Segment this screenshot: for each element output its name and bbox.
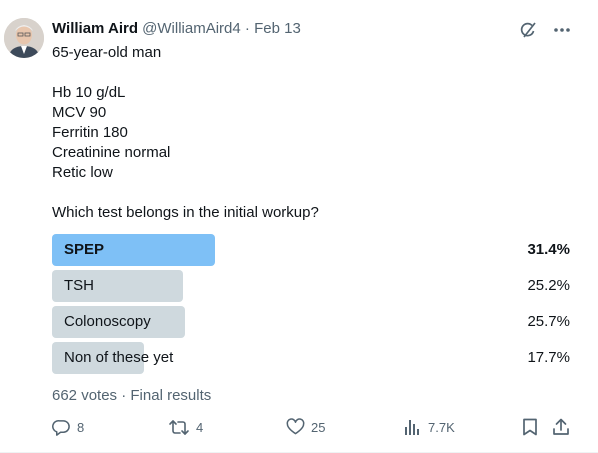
- tweet-date[interactable]: Feb 13: [254, 20, 301, 37]
- poll-option-percent: 17.7%: [527, 349, 570, 366]
- tweet-header: William Aird @WilliamAird4 · Feb 13: [52, 20, 301, 37]
- reply-icon: [52, 418, 71, 437]
- repost-count: 4: [196, 420, 204, 435]
- like-icon: [286, 418, 305, 436]
- poll: SPEP 31.4% TSH 25.2% Colonoscopy 25.7% N…: [52, 234, 570, 378]
- poll-option-percent: 31.4%: [527, 241, 570, 258]
- like-button[interactable]: 25: [286, 418, 325, 436]
- author-handle[interactable]: @WilliamAird4: [142, 20, 241, 37]
- views-button[interactable]: 7.7K: [404, 418, 455, 436]
- tweet-line: Creatinine normal: [52, 144, 171, 161]
- avatar[interactable]: [4, 18, 44, 58]
- more-icon[interactable]: [552, 20, 572, 40]
- tweet-line: Which test belongs in the initial workup…: [52, 204, 319, 221]
- grok-icon[interactable]: [518, 20, 538, 40]
- author-name[interactable]: William Aird: [52, 20, 138, 37]
- header-separator: ·: [244, 20, 250, 37]
- top-icons: [518, 20, 572, 40]
- views-count: 7.7K: [428, 419, 455, 435]
- poll-option: Colonoscopy 25.7%: [52, 306, 570, 338]
- reply-count: 8: [77, 420, 85, 435]
- tweet-line: Hb 10 g/dL: [52, 84, 126, 101]
- poll-option: TSH 25.2%: [52, 270, 570, 302]
- tweet-line: MCV 90: [52, 104, 107, 121]
- reply-button[interactable]: 8: [52, 418, 84, 437]
- share-icon: [552, 418, 570, 436]
- tweet-text: 65-year-old man Hb 10 g/dL MCV 90 Ferrit…: [52, 43, 319, 223]
- poll-meta: 662 votes · Final results: [52, 387, 211, 404]
- like-count: 25: [311, 419, 326, 435]
- poll-option: SPEP 31.4%: [52, 234, 570, 266]
- poll-meta-separator: ·: [121, 387, 127, 404]
- tweet-line: Retic low: [52, 164, 113, 181]
- repost-button[interactable]: 4: [168, 418, 203, 437]
- poll-option-label: Non of these yet: [64, 349, 174, 366]
- poll-option-percent: 25.7%: [527, 313, 570, 330]
- tweet-line: 65-year-old man: [52, 44, 162, 61]
- share-button[interactable]: [552, 418, 570, 436]
- repost-icon: [168, 418, 190, 437]
- poll-option-label: Colonoscopy: [64, 313, 151, 330]
- poll-option-label: TSH: [64, 277, 94, 294]
- views-icon: [404, 418, 422, 436]
- action-bar: 8 4 25 7.7K: [52, 418, 572, 440]
- poll-option-label: SPEP: [64, 241, 105, 258]
- tweet[interactable]: William Aird @WilliamAird4 · Feb 13 65-y…: [0, 0, 598, 453]
- tweet-line: Ferritin 180: [52, 124, 128, 141]
- poll-option-percent: 25.2%: [527, 277, 570, 294]
- poll-votes: 662 votes: [52, 387, 118, 404]
- bookmark-icon: [522, 418, 538, 436]
- poll-option: Non of these yet 17.7%: [52, 342, 570, 374]
- poll-status: Final results: [130, 387, 212, 404]
- bookmark-button[interactable]: [522, 418, 538, 436]
